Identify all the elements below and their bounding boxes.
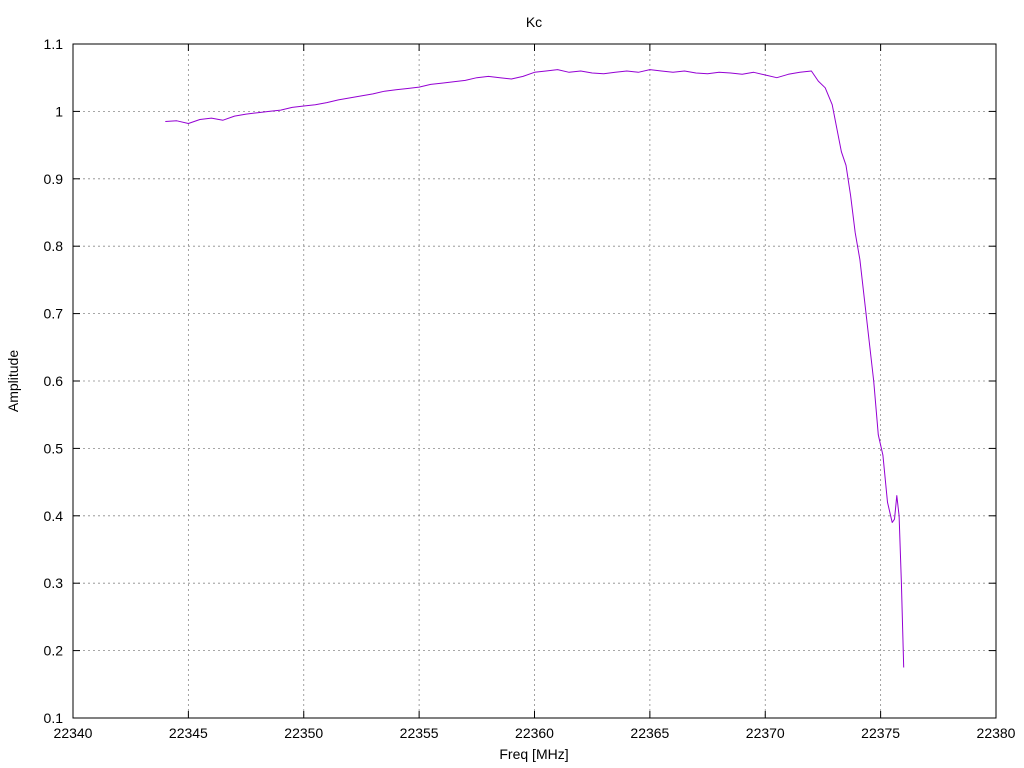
x-tick-label: 22345 bbox=[169, 725, 208, 741]
y-tick-label: 0.2 bbox=[44, 643, 64, 659]
y-tick-label: 0.9 bbox=[44, 171, 64, 187]
y-tick-label: 1.1 bbox=[44, 36, 64, 52]
y-tick-label: 0.7 bbox=[44, 306, 64, 322]
x-tick-label: 22365 bbox=[630, 725, 669, 741]
y-tick-label: 0.6 bbox=[44, 373, 64, 389]
y-tick-label: 0.3 bbox=[44, 575, 64, 591]
chart-title: Kc bbox=[526, 14, 542, 30]
x-tick-labels: 22340 22345 22350 22355 22360 22365 22370 22375… bbox=[54, 725, 1016, 741]
y-tick-label: 0.4 bbox=[44, 508, 64, 524]
x-tick-label: 22360 bbox=[515, 725, 554, 741]
y-tick-label: 0.8 bbox=[44, 238, 64, 254]
x-tick-label: 22370 bbox=[746, 725, 785, 741]
y-axis-label: Amplitude bbox=[5, 350, 21, 412]
line-chart: 22340 22345 22350 22355 22360 22365 22370 22375… bbox=[5, 14, 1016, 762]
y-tick-labels: 0.1 0.2 0.3 0.4 0.5 0.6 0.7 0.8 0.9 1 1.1 bbox=[44, 36, 64, 726]
y-tick-label: 0.5 bbox=[44, 440, 64, 456]
y-tick-label: 1 bbox=[55, 103, 63, 119]
grid-lines bbox=[73, 44, 996, 718]
x-tick-label: 22340 bbox=[54, 725, 93, 741]
y-tick-label: 0.1 bbox=[44, 710, 64, 726]
x-tick-label: 22355 bbox=[400, 725, 439, 741]
x-tick-label: 22380 bbox=[977, 725, 1016, 741]
x-tick-label: 22375 bbox=[861, 725, 900, 741]
x-axis-label: Freq [MHz] bbox=[499, 746, 568, 762]
x-tick-label: 22350 bbox=[284, 725, 323, 741]
